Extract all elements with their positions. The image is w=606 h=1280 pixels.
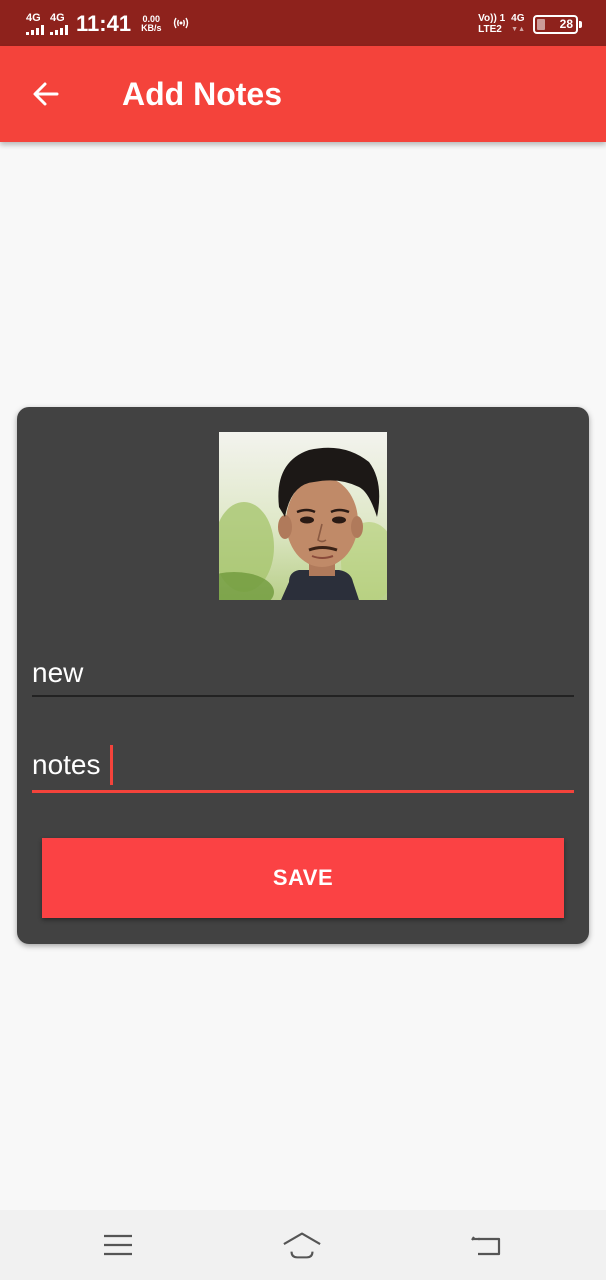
- profile-photo[interactable]: [219, 432, 387, 600]
- signal-bars-icon: [26, 25, 44, 35]
- note-form-card: new notes SAVE: [17, 407, 589, 944]
- title-input[interactable]: new: [32, 653, 574, 693]
- battery-icon: 28: [533, 14, 582, 34]
- home-icon[interactable]: [282, 1228, 322, 1262]
- title-underline: [32, 695, 574, 697]
- network-speed: 0.00 KB/s: [141, 14, 162, 33]
- navigation-bar: [0, 1210, 606, 1280]
- signal-sim1: 4G: [26, 13, 44, 35]
- signal-sim2: 4G: [50, 13, 68, 35]
- notes-underline: [32, 790, 574, 793]
- notes-field[interactable]: notes: [32, 745, 574, 793]
- save-button[interactable]: SAVE: [42, 838, 564, 918]
- status-time: 11:41: [76, 11, 132, 36]
- title-field[interactable]: new: [32, 653, 574, 697]
- notes-input[interactable]: notes: [32, 745, 574, 785]
- app-bar: Add Notes: [0, 46, 606, 142]
- back-icon[interactable]: [466, 1228, 506, 1262]
- arrow-left-icon[interactable]: [24, 72, 68, 116]
- page-title: Add Notes: [122, 76, 282, 112]
- signal-bars-icon: [50, 25, 68, 35]
- volte-indicator: Vo)) 1 LTE2: [478, 13, 506, 35]
- menu-icon[interactable]: [98, 1228, 138, 1262]
- hotspot-icon: [172, 16, 190, 33]
- network-type-icon: 4G ▼▲: [511, 13, 525, 33]
- status-bar: 4G 4G 11:41 0.00 KB/s Vo)) 1 LTE2 4G ▼▲: [0, 0, 606, 46]
- text-cursor: [109, 745, 113, 785]
